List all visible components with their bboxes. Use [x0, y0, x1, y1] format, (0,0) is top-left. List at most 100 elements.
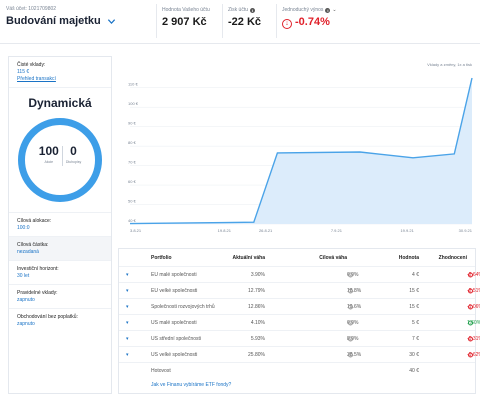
col-target-weight: Cílová váha: [319, 254, 347, 261]
header-divider: [222, 4, 223, 38]
cash-value: 40 €: [409, 368, 419, 374]
portfolio-value-chart[interactable]: Vklady a změny, 1x a tisk 110 € 100 € 90 €…: [118, 56, 476, 240]
account-profit-metric: Zisk účtu i -22 Kč: [228, 7, 261, 28]
expand-arrow-icon[interactable]: ▾: [126, 272, 129, 278]
cash-label: Hotovost: [151, 368, 171, 374]
stocks-caption: Akcie: [44, 160, 54, 164]
fee-free-label: Obchodování bez poplatků:: [17, 314, 78, 320]
fund-name: US střední společnosti: [151, 335, 202, 342]
info-icon[interactable]: i: [348, 352, 353, 357]
fund-name: US velké společnosti: [151, 351, 198, 358]
table-row[interactable]: ▾ US velké společnosti 25.80% 38.5% i 30 € -0.…: [119, 347, 480, 363]
chart-svg: Vklady a změny, 1x a tisk 110 € 100 € 90 €…: [128, 62, 473, 233]
fund-value: 5 €: [412, 319, 419, 326]
regular-deposits-label: Pravidelné vklady:: [17, 290, 58, 296]
y-tick-label: 100 €: [128, 101, 139, 106]
target-amount-section: Cílová částka: nezadaná: [9, 237, 111, 261]
etf-faq-link[interactable]: Jak ve Finanu vybíráme ETF fondy?: [151, 382, 231, 388]
table-row[interactable]: ▾EU malé společnosti3.90%6.0%i4 €-2.64%↓: [119, 267, 480, 283]
header-divider: [156, 4, 157, 38]
current-weight: 5.93%: [250, 335, 265, 342]
account-number: Váš účet: 1021709802: [6, 6, 57, 12]
fund-name: EU velké společnosti: [151, 287, 198, 294]
simple-return-label: Jednoduchý výnos: [282, 7, 324, 13]
chart-legend-note: Vklady a změny, 1x a tisk: [427, 62, 472, 67]
current-weight: 3.90%: [250, 271, 265, 278]
x-axis-ticks: 3.8.21 19.8.21 26.8.21 7.9.21 19.9.21 30.9.21: [130, 228, 473, 233]
account-value-label: Hodnota Vašeho účtu: [162, 7, 210, 13]
expand-arrow-icon[interactable]: ▾: [126, 304, 129, 310]
strategy-title: Dynamická: [28, 96, 92, 110]
target-allocation-value[interactable]: 100:0: [17, 225, 103, 231]
account-value-metric: Hodnota Vašeho účtu 2 907 Kč: [162, 7, 210, 28]
info-icon[interactable]: i: [348, 288, 353, 293]
transactions-link[interactable]: Přehled transakcí: [17, 76, 103, 82]
x-tick-label: 7.9.21: [331, 228, 343, 233]
arrow-down-icon: ↓: [468, 288, 473, 293]
col-portfolio: Portfolio: [151, 254, 172, 261]
info-icon[interactable]: i: [348, 320, 353, 325]
table-row[interactable]: ▾ US střední společnosti 5.93% 8.0% i 7 € -0.3…: [119, 331, 480, 347]
fund-value: 4 €: [412, 271, 419, 278]
fee-free-section: Obchodování bez poplatků: zapnuto: [9, 309, 111, 332]
bonds-pct: 0: [70, 144, 77, 158]
table-row[interactable]: ▾ US malé společnosti 4.10% 6.0% i 5 €1.60% ↑: [119, 315, 480, 331]
info-icon[interactable]: i: [348, 336, 353, 341]
arrow-up-icon: ↑: [468, 320, 473, 325]
net-deposits-section: Čisté vklady: 115 € Přehled transakcí: [9, 57, 111, 88]
info-icon[interactable]: i: [250, 7, 256, 13]
regular-deposits-value[interactable]: zapnuto: [17, 297, 103, 303]
y-tick-label: 60 €: [128, 179, 137, 184]
arrow-down-icon: ↓: [468, 304, 473, 309]
info-icon[interactable]: i: [348, 272, 353, 277]
fee-free-value[interactable]: zapnuto: [17, 321, 103, 327]
expand-arrow-icon[interactable]: ▾: [126, 288, 129, 294]
info-icon[interactable]: i: [348, 304, 353, 309]
table-row[interactable]: ▾ EU velké společnosti 12.79% 18.8% i 15 € -2.…: [119, 283, 480, 299]
fund-value: 7 €: [412, 335, 419, 342]
expand-arrow-icon[interactable]: ▾: [126, 352, 129, 358]
target-amount-value[interactable]: nezadaná: [17, 249, 103, 255]
account-value: 2 907 Kč: [162, 16, 207, 28]
chevron-down-icon[interactable]: [107, 17, 116, 26]
target-allocation-label: Cílová alokace:: [17, 218, 52, 224]
y-tick-label: 40 €: [128, 218, 137, 223]
net-deposits-label: Čisté vklady:: [17, 62, 46, 68]
col-current-weight: Aktuální váha: [232, 254, 265, 261]
net-deposits-value: 115 €: [17, 69, 30, 75]
fund-name: Společnosti rozvojových trhů: [151, 303, 215, 310]
chart-area-fill: [130, 78, 472, 224]
portfolio-table: Portfolio Aktuální váha Cílová váha Hodn…: [118, 248, 480, 394]
expand-arrow-icon[interactable]: ▾: [126, 320, 129, 326]
allocation-ring: 100 Akcie 0 Dluhopisy: [18, 118, 102, 202]
chevron-down-icon[interactable]: ⌄: [332, 7, 336, 13]
account-selector[interactable]: Váš účet: 1021709802 Budování majetku: [6, 6, 116, 27]
investment-horizon-section: Investiční horizont: 30 let: [9, 261, 111, 285]
current-weight: 25.80%: [248, 351, 265, 358]
arrow-down-icon: ↓: [282, 18, 292, 29]
regular-deposits-section: Pravidelné vklady: zapnuto: [9, 285, 111, 309]
account-name: Budování majetku: [6, 15, 101, 27]
simple-return-value: -0.74%: [295, 16, 330, 28]
table-row[interactable]: ▾ Společnosti rozvojových trhů 12.86% 19.6%…: [119, 299, 480, 315]
cash-row: Hotovost 40 €: [119, 363, 475, 379]
account-profit-label: Zisk účtu: [228, 7, 249, 13]
current-weight: 12.79%: [248, 287, 265, 294]
bonds-caption: Dluhopisy: [65, 160, 82, 164]
col-value: Hodnota: [398, 254, 419, 261]
y-tick-label: 90 €: [128, 121, 137, 126]
simple-return-metric: Jednoduchý výnos i ⌄ ↓ -0.74%: [282, 7, 337, 29]
fund-value: 30 €: [409, 351, 419, 358]
expand-arrow-icon[interactable]: ▾: [126, 336, 129, 342]
investment-horizon-value[interactable]: 30 let: [17, 273, 103, 279]
info-icon[interactable]: i: [325, 7, 331, 13]
x-tick-label: 3.8.21: [130, 228, 142, 233]
y-tick-label: 110 €: [128, 82, 138, 87]
current-weight: 12.86%: [248, 303, 265, 310]
stocks-pct: 100: [38, 144, 59, 158]
x-tick-label: 19.8.21: [218, 228, 232, 233]
target-allocation-section: Cílová alokace: 100:0: [9, 212, 111, 237]
investment-horizon-label: Investiční horizont:: [17, 266, 59, 272]
strategy-section: Dynamická 100 Akcie 0 Dluhopisy: [9, 88, 111, 202]
fund-name: US malé společnosti: [151, 319, 197, 326]
